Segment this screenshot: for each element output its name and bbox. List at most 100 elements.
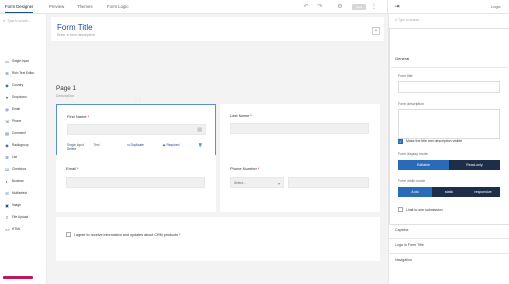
tool-comment[interactable]: ▤ Comment (5, 130, 45, 136)
display-mode-readonly[interactable]: Read-only (449, 160, 500, 170)
tool-dropdown[interactable]: ▾ Dropdown (5, 94, 45, 100)
required-mark: * (257, 166, 260, 171)
question-consent[interactable]: I agree to receive information and updat… (56, 217, 380, 261)
tool-label: Single-Input (12, 59, 30, 63)
width-mode-auto[interactable]: Auto (398, 187, 432, 197)
form-description-field[interactable] (398, 109, 500, 139)
required-toggle[interactable]: ◉ Required (163, 143, 189, 147)
tool-rich-text[interactable]: ☰ Rich Text Editor (5, 70, 45, 76)
title-visible-checkbox-row[interactable]: ✓ Make the title and description visible (398, 139, 462, 144)
tool-label: Image (12, 203, 21, 207)
width-mode-static[interactable]: static (432, 187, 466, 197)
tool-multiselect[interactable]: ☷ Multiselect (5, 190, 45, 196)
tool-html[interactable]: <> HTML (5, 226, 45, 232)
question-title[interactable]: First Name* (67, 114, 89, 119)
section-captcha[interactable]: Captcha (395, 228, 408, 232)
question-title[interactable]: Last Name* (230, 113, 252, 118)
toggle-icon: ◐ (5, 178, 9, 184)
width-mode-toggle: Auto static responsive (398, 187, 500, 197)
first-name-input[interactable]: ▤ (67, 124, 206, 135)
tool-boolean[interactable]: ◐ Boolean (5, 178, 45, 184)
redo-icon[interactable]: ↷ (316, 3, 324, 11)
tool-list[interactable]: ☰ List (5, 154, 45, 160)
consent-checkbox-row[interactable]: I agree to receive information and updat… (66, 232, 180, 237)
general-section-title[interactable]: General (395, 56, 409, 61)
tool-phone[interactable]: ☏ Phone (5, 118, 45, 124)
question-title[interactable]: Email* (66, 166, 79, 171)
search-icon: ⚲ (395, 18, 398, 22)
form-title-field[interactable] (398, 81, 500, 93)
phone-country-select[interactable]: Select... ▾ (230, 177, 284, 188)
logic-button[interactable]: Logic (491, 4, 501, 9)
required-mark: * (77, 166, 79, 171)
input-type-select[interactable]: Text (94, 143, 100, 147)
form-title[interactable]: Form Title (57, 23, 93, 32)
tool-country[interactable]: ◉ Country (5, 82, 45, 88)
limit-checkbox-row[interactable]: Limit to one submission (398, 207, 443, 212)
tool-label: List (12, 155, 17, 159)
consent-checkbox[interactable] (66, 232, 71, 237)
toolbox-search[interactable]: ⚲ Type to search... (3, 18, 43, 25)
divider (391, 67, 508, 68)
question-phone[interactable]: Phone Number* Select... ▾ (220, 155, 380, 212)
design-canvas: Form Title Enter a form description + Pa… (47, 14, 388, 284)
required-label: Required (166, 143, 180, 147)
form-description[interactable]: Enter a form description (57, 33, 95, 37)
status-indicator (3, 276, 33, 279)
logo-placeholder-icon[interactable]: + (372, 27, 380, 35)
tool-single-input[interactable]: ▭ Single-Input (5, 58, 45, 64)
tab-themes[interactable]: Themes (77, 4, 93, 9)
width-mode-responsive[interactable]: responsive (466, 187, 500, 197)
divider (387, 0, 388, 14)
tool-email[interactable]: @ Email (5, 106, 45, 112)
gear-icon[interactable]: ⚙ (336, 3, 344, 11)
required-mark: * (87, 114, 90, 119)
tool-radiogroup[interactable]: ◉ Radiogroup (5, 142, 45, 148)
upload-icon: ⇧ (5, 214, 9, 220)
chevron-down-icon: ▾ (277, 181, 280, 186)
tool-file-upload[interactable]: ⇧ File Upload (5, 214, 45, 220)
form-header[interactable]: Form Title Enter a form description + (51, 17, 384, 41)
display-mode-editable[interactable]: Editable (398, 160, 449, 170)
drag-handle-icon[interactable]: ⋮⋮ (134, 97, 142, 102)
tool-label: Comment (12, 131, 26, 135)
comment-icon: ▤ (5, 130, 9, 136)
globe-icon: ◉ (5, 82, 9, 88)
more-icon[interactable]: ⋮ (370, 3, 378, 11)
save-button[interactable]: Save (352, 4, 366, 10)
tool-label: Multiselect (12, 191, 28, 195)
email-icon: @ (5, 106, 10, 112)
page-description[interactable]: Description (56, 94, 74, 98)
duplicate-button[interactable]: ⧉ Duplicate (127, 143, 152, 147)
last-name-input[interactable] (230, 123, 369, 134)
page-title[interactable]: Page 1 (56, 85, 76, 92)
limit-label: Limit to one submission (406, 208, 443, 212)
top-bar: Form Designer Preview Themes Form Logic … (0, 0, 509, 14)
image-icon: ▣ (5, 202, 9, 208)
tool-label: Radiogroup (12, 143, 29, 147)
tool-checkbox[interactable]: ☑ Checkbox (5, 166, 45, 172)
phone-number-input[interactable] (288, 177, 369, 188)
tool-image[interactable]: ▣ Image (5, 202, 45, 208)
question-email[interactable]: Email* (56, 155, 216, 212)
collapse-icon[interactable]: ⇥ (393, 3, 401, 11)
tab-preview[interactable]: Preview (49, 4, 64, 9)
display-mode-toggle: Editable Read-only (398, 160, 500, 170)
toolbox: ⚲ Type to search... ▭ Single-Input ☰ Rich T… (0, 14, 47, 284)
limit-checkbox[interactable] (398, 207, 403, 212)
question-title[interactable]: Phone Number* (230, 166, 259, 171)
question-label: Phone Number (230, 166, 257, 171)
tool-label: Rich Text Editor (12, 71, 35, 75)
panel-search-placeholder: Type to search... (398, 18, 422, 22)
tool-label: Country (12, 83, 24, 87)
title-visible-checkbox[interactable]: ✓ (398, 139, 403, 144)
tab-form-logic[interactable]: Form Logic (107, 4, 129, 9)
consent-label: I agree to receive information and updat… (74, 233, 178, 237)
undo-icon[interactable]: ↶ (302, 3, 310, 11)
email-input[interactable] (66, 177, 205, 188)
section-navigation[interactable]: Navigation (395, 258, 412, 262)
tab-form-designer[interactable]: Form Designer (5, 4, 34, 13)
checkbox-icon: ☑ (5, 166, 9, 172)
panel-search[interactable]: ⚲ Type to search... (395, 18, 422, 22)
section-logo-in-title[interactable]: Logo in Form Title (395, 243, 424, 247)
